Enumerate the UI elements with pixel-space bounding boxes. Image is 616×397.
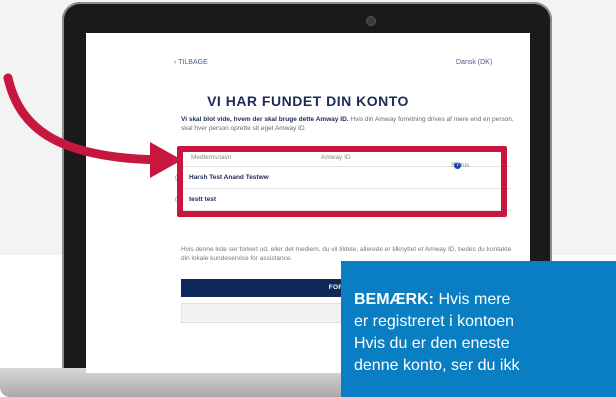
intro-bold: Vi skal blot vide, hvem der skal bruge d… bbox=[181, 116, 349, 123]
callout-line-3: Hvis du er den eneste bbox=[354, 335, 510, 352]
back-label: TILBAGE bbox=[178, 59, 208, 66]
callout-line-1: BEMÆRK: Hvis mere bbox=[354, 291, 511, 308]
back-link[interactable]: ‹ TILBAGE bbox=[174, 59, 208, 66]
callout-line-4: denne konto, ser du ikk bbox=[354, 357, 520, 374]
arrow-icon bbox=[3, 73, 182, 178]
highlight-box bbox=[177, 146, 507, 217]
callout-line-2: er registreret i kontoen bbox=[354, 313, 515, 330]
note-callout: BEMÆRK: Hvis mere er registreret i konto… bbox=[341, 261, 616, 397]
camera-icon bbox=[366, 16, 376, 26]
intro-text: Vi skal blot vide, hvem der skal bruge d… bbox=[181, 115, 526, 133]
chevron-left-icon: ‹ bbox=[174, 59, 177, 66]
language-selector[interactable]: Dansk (DK) bbox=[456, 59, 492, 66]
callout-label: BEMÆRK: bbox=[354, 291, 434, 308]
